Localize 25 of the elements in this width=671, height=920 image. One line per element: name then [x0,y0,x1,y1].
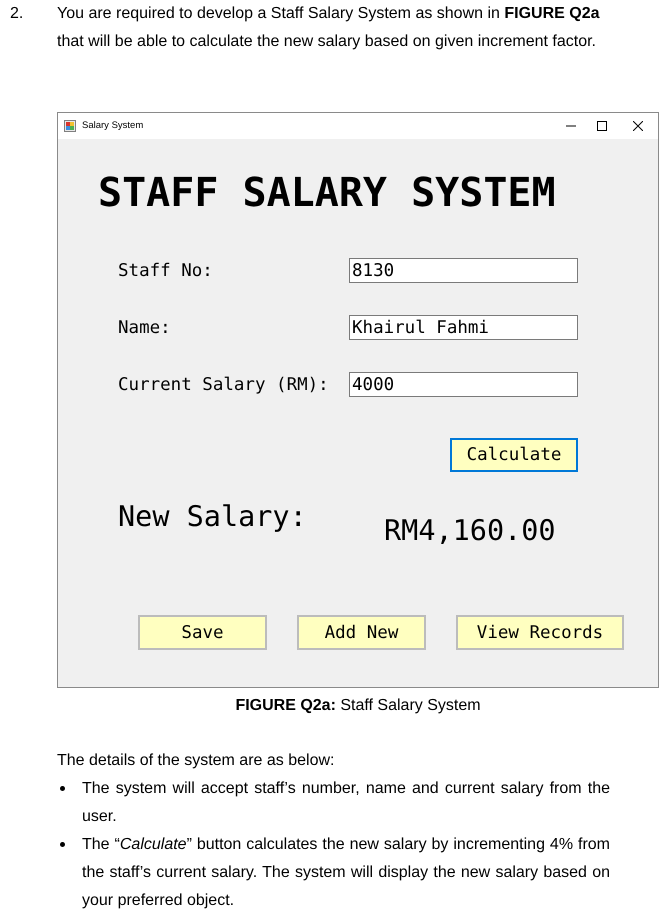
input-field[interactable]: 8130 [349,258,578,283]
calculate-button[interactable]: Calculate [450,438,578,472]
field-label: Staff No: [118,260,213,282]
field-label: Current Salary (RM): [118,374,329,396]
close-icon [633,121,643,131]
app-icon [64,120,76,132]
result-label: New Salary: [118,500,307,534]
bullet-text: The “Calculate” button calculates the new salary by incrementing 4% from the staff’s current salary. The system will display the new salary based on your preferred object. [82,835,610,911]
action-button[interactable]: Add New [297,615,426,650]
bullet-text: The system will accept staff’s number, name and current salary from the user. [82,779,610,827]
action-button[interactable]: Save [138,615,267,650]
intro-text: The details of the system are as below: [57,752,334,769]
maximize-icon [597,121,607,131]
question-text: You are required to develop a Staff Salary System as shown in FIGURE Q2a that will be able to calculate the new salary based on given increment factor. [57,4,601,52]
app-heading: STAFF SALARY SYSTEM [98,169,556,217]
field-label: Name: [118,316,171,338]
figure-caption: FIGURE Q2a: Staff Salary System [235,697,481,714]
input-field[interactable]: Khairul Fahmi [349,315,578,340]
bullet-icon [60,842,65,847]
question-number: 2. [10,5,24,22]
input-field[interactable]: 4000 [349,372,578,397]
bullet-icon [60,786,65,791]
window-title: Salary System [82,120,144,132]
result-value: RM4,160.00 [384,514,556,548]
action-button[interactable]: View Records [456,615,624,650]
